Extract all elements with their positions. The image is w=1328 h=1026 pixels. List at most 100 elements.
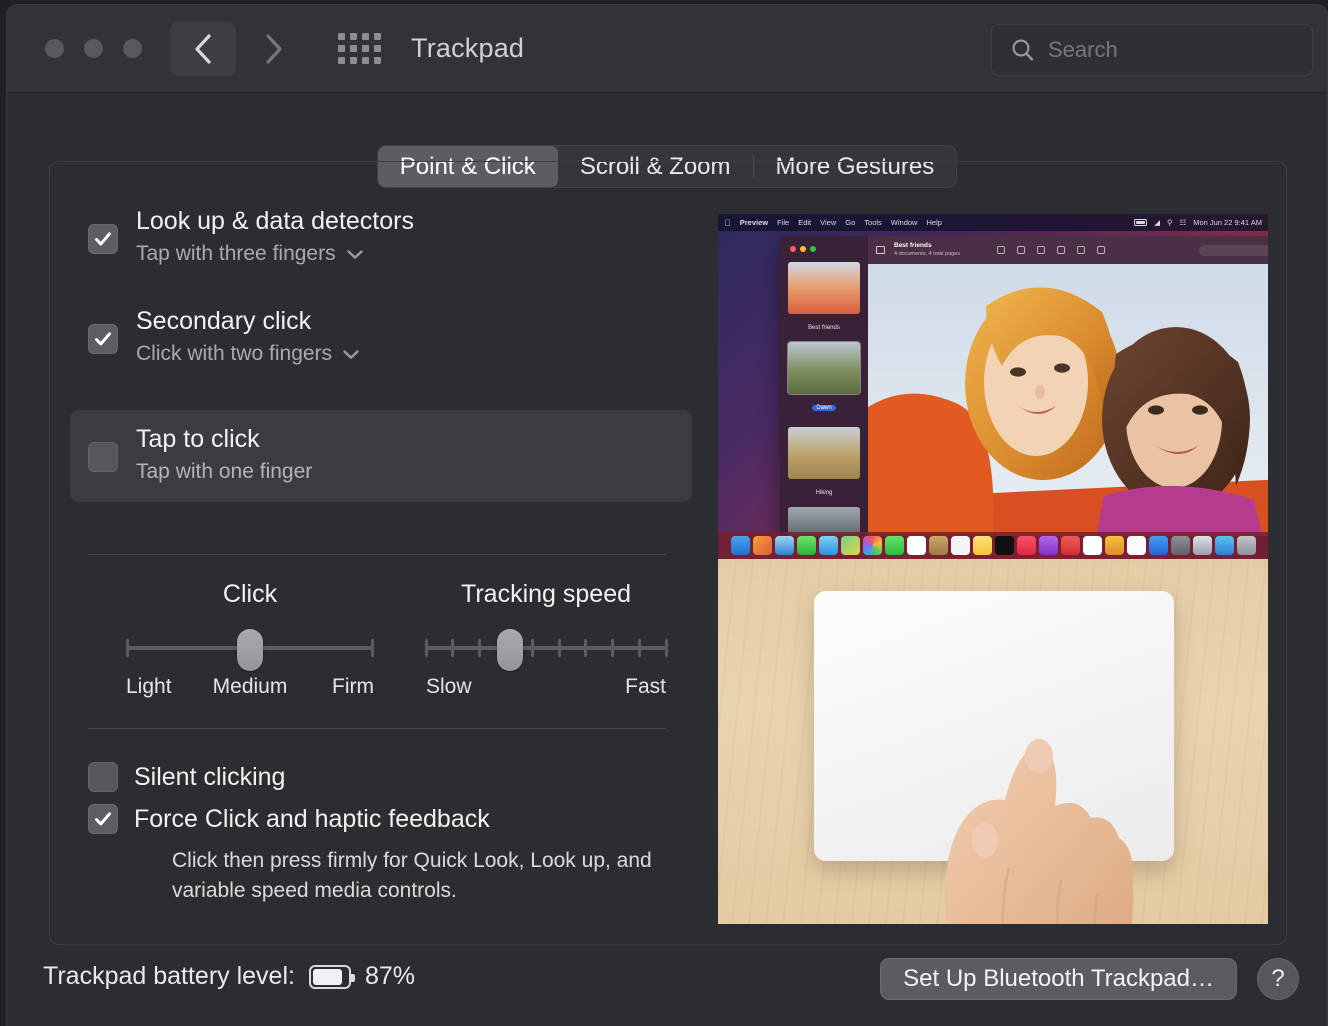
checkbox-secondary-click[interactable] [88,324,118,354]
battery-icon [309,965,351,989]
dock-icon-finder [731,536,750,555]
dock-icon-launchpad [753,536,772,555]
setup-bluetooth-trackpad-button[interactable]: Set Up Bluetooth Trackpad… [880,958,1237,1000]
option-row-look-up[interactable]: Look up & data detectors Tap with three … [70,192,428,284]
slider-tick [638,639,641,657]
option-subtitle-dropdown[interactable]: Tap with three fingers [136,238,414,270]
chevron-right-icon [262,32,284,66]
trackpad-preferences-window: Trackpad Point & Click Scroll & Zoom Mor… [6,4,1328,1026]
preview-sidebar: Best friends Dawn Hiking [780,236,868,536]
dock-icon-maps [841,536,860,555]
force-click-description: Click then press firmly for Quick Look, … [172,846,688,906]
slider-tracking-labels: Slow Fast [426,675,666,699]
preview-toolbar: Best friends 4 documents, 4 total pages [868,236,1268,264]
menu-item: Window [891,218,918,227]
option-row-tap-to-click[interactable]: Tap to click Tap with one finger [70,410,692,502]
checkmark-icon [93,329,113,349]
slider-tracking-title: Tracking speed [426,580,666,609]
dock-icon-preview [1193,536,1212,555]
option-title: Secondary click [136,304,360,338]
preview-thumb-label: Dawn [812,405,835,411]
settings-left-column: Look up & data detectors Tap with three … [50,162,710,944]
preview-search-field [1199,245,1268,256]
preview-main-area: Best friends 4 documents, 4 total pages [868,236,1268,536]
option-row-secondary-click[interactable]: Secondary click Click with two fingers [70,292,374,384]
checkmark-icon [93,229,113,249]
search-icon: ⚲ [1167,218,1173,227]
option-label: Silent clicking [134,763,285,792]
grid-icon[interactable] [338,33,381,64]
preview-window-controls [790,246,862,252]
search-field[interactable] [991,24,1313,76]
search-input[interactable] [1048,37,1268,63]
dock-icon-messages [797,536,816,555]
chevron-down-icon [342,338,360,370]
search-icon [1010,37,1036,63]
preview-app-window: Best friends Dawn Hiking Best friends 4 [780,236,1268,536]
preview-trackpad-photo [718,559,1268,924]
slider-label-firm: Firm [291,675,374,699]
slider-tracking-track[interactable] [426,633,666,663]
preview-toolbar-icons [997,246,1105,254]
option-title: Look up & data detectors [136,204,414,238]
slider-tick [425,639,428,657]
dock-icon-stocks [1083,536,1102,555]
bottom-options: Silent clicking Force Click and haptic f… [88,762,688,906]
dock-icon-facetime [885,536,904,555]
option-subtitle: Tap with one finger [136,456,312,488]
markup-icon [1037,246,1045,254]
slider-track-line [426,646,666,650]
minimize-button[interactable] [84,39,103,58]
sidebar-toggle-icon [876,246,885,254]
control-center-icon: ☷ [1179,218,1186,227]
dock-icon-calendar [907,536,926,555]
help-button[interactable]: ? [1257,958,1299,1000]
forward-button[interactable] [240,22,306,76]
window-controls [45,39,142,58]
option-subtitle-dropdown[interactable]: Click with two fingers [136,338,360,370]
zoom-button[interactable] [123,39,142,58]
close-button[interactable] [45,39,64,58]
slider-click-track[interactable] [126,633,374,663]
menu-item: Tools [864,218,882,227]
option-row-silent-clicking[interactable]: Silent clicking [88,762,688,792]
checkbox-look-up[interactable] [88,224,118,254]
dock-icon-numbers [1105,536,1124,555]
back-button[interactable] [170,22,236,76]
checkbox-force-click[interactable] [88,804,118,834]
slider-click-labels: Light Medium Firm [126,675,374,699]
slider-tick [478,639,481,657]
option-label: Force Click and haptic feedback [134,805,490,834]
preview-thumb-label: Hiking [816,490,833,496]
preview-menu-bar:  Preview File Edit View Go Tools Window… [718,214,1268,231]
battery-level-label: Trackpad battery level: [43,962,295,991]
menu-item: Edit [798,218,811,227]
dock-icon-preferences [1171,536,1190,555]
divider-bottom [88,728,666,729]
dock-icon-reminders [951,536,970,555]
wifi-icon: ◢ [1154,218,1160,227]
settings-panel: Look up & data detectors Tap with three … [49,161,1287,945]
option-row-force-click[interactable]: Force Click and haptic feedback [88,804,688,834]
divider-top [88,554,666,555]
checkbox-silent-clicking[interactable] [88,762,118,792]
preview-thumbnail [788,262,860,314]
checkbox-tap-to-click[interactable] [88,442,118,472]
slider-click: Click Light Medium Firm [126,580,374,699]
slider-tick [531,639,534,657]
slider-click-thumb[interactable] [237,629,263,671]
dock-icon-podcasts [1039,536,1058,555]
preview-document-title: Best friends 4 documents, 4 total pages [894,242,960,258]
preview-thumbnail [788,342,860,394]
dock-icon-music [1017,536,1036,555]
page-title: Trackpad [411,33,524,64]
slider-label-light: Light [126,675,209,699]
option-subtitle-text: Tap with three fingers [136,238,336,270]
option-subtitle-text: Tap with one finger [136,456,312,488]
slider-tick [611,639,614,657]
slider-tracking-thumb[interactable] [497,629,523,671]
menu-item: Preview [740,218,768,227]
dock-icon-safari [775,536,794,555]
zoom-out-icon [997,246,1005,254]
menubar-clock: Mon Jun 22 9:41 AM [1193,218,1262,227]
